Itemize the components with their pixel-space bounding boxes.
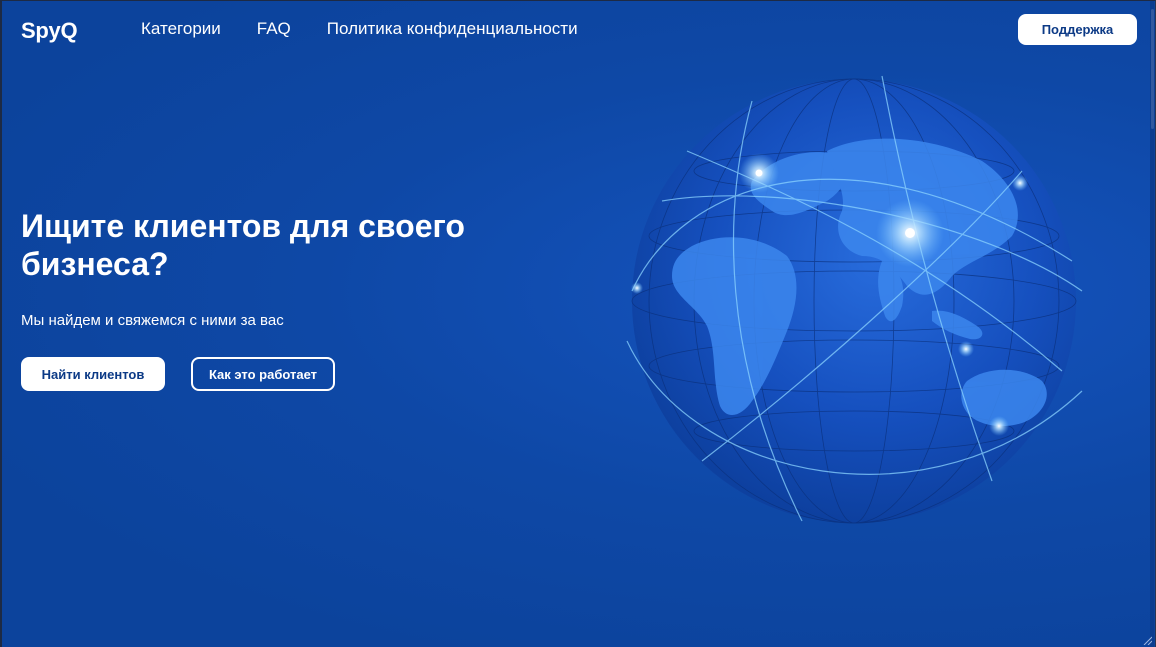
hero-subtitle: Мы найдем и свяжемся с ними за вас xyxy=(21,312,284,329)
globe-illustration xyxy=(626,75,1083,524)
site-header: SpyQ Категории FAQ Политика конфиденциал… xyxy=(2,1,1154,59)
logo[interactable]: SpyQ xyxy=(21,18,78,44)
scrollbar-thumb[interactable] xyxy=(1151,9,1154,129)
nav-item-privacy-policy[interactable]: Политика конфиденциальности xyxy=(327,19,578,39)
main-nav: Категории FAQ Политика конфиденциальност… xyxy=(141,19,578,39)
nav-item-faq[interactable]: FAQ xyxy=(257,19,291,39)
resize-grip-icon[interactable] xyxy=(1142,635,1152,645)
find-clients-button[interactable]: Найти клиентов xyxy=(21,357,165,391)
scrollbar[interactable] xyxy=(1150,1,1154,647)
how-it-works-button[interactable]: Как это работает xyxy=(191,357,335,391)
support-button[interactable]: Поддержка xyxy=(1018,14,1137,45)
nav-item-categories[interactable]: Категории xyxy=(141,19,221,39)
hero-title: Ищите клиентов для своего бизнеса? xyxy=(21,208,465,282)
landing-page: SpyQ Категории FAQ Политика конфиденциал… xyxy=(2,1,1154,647)
